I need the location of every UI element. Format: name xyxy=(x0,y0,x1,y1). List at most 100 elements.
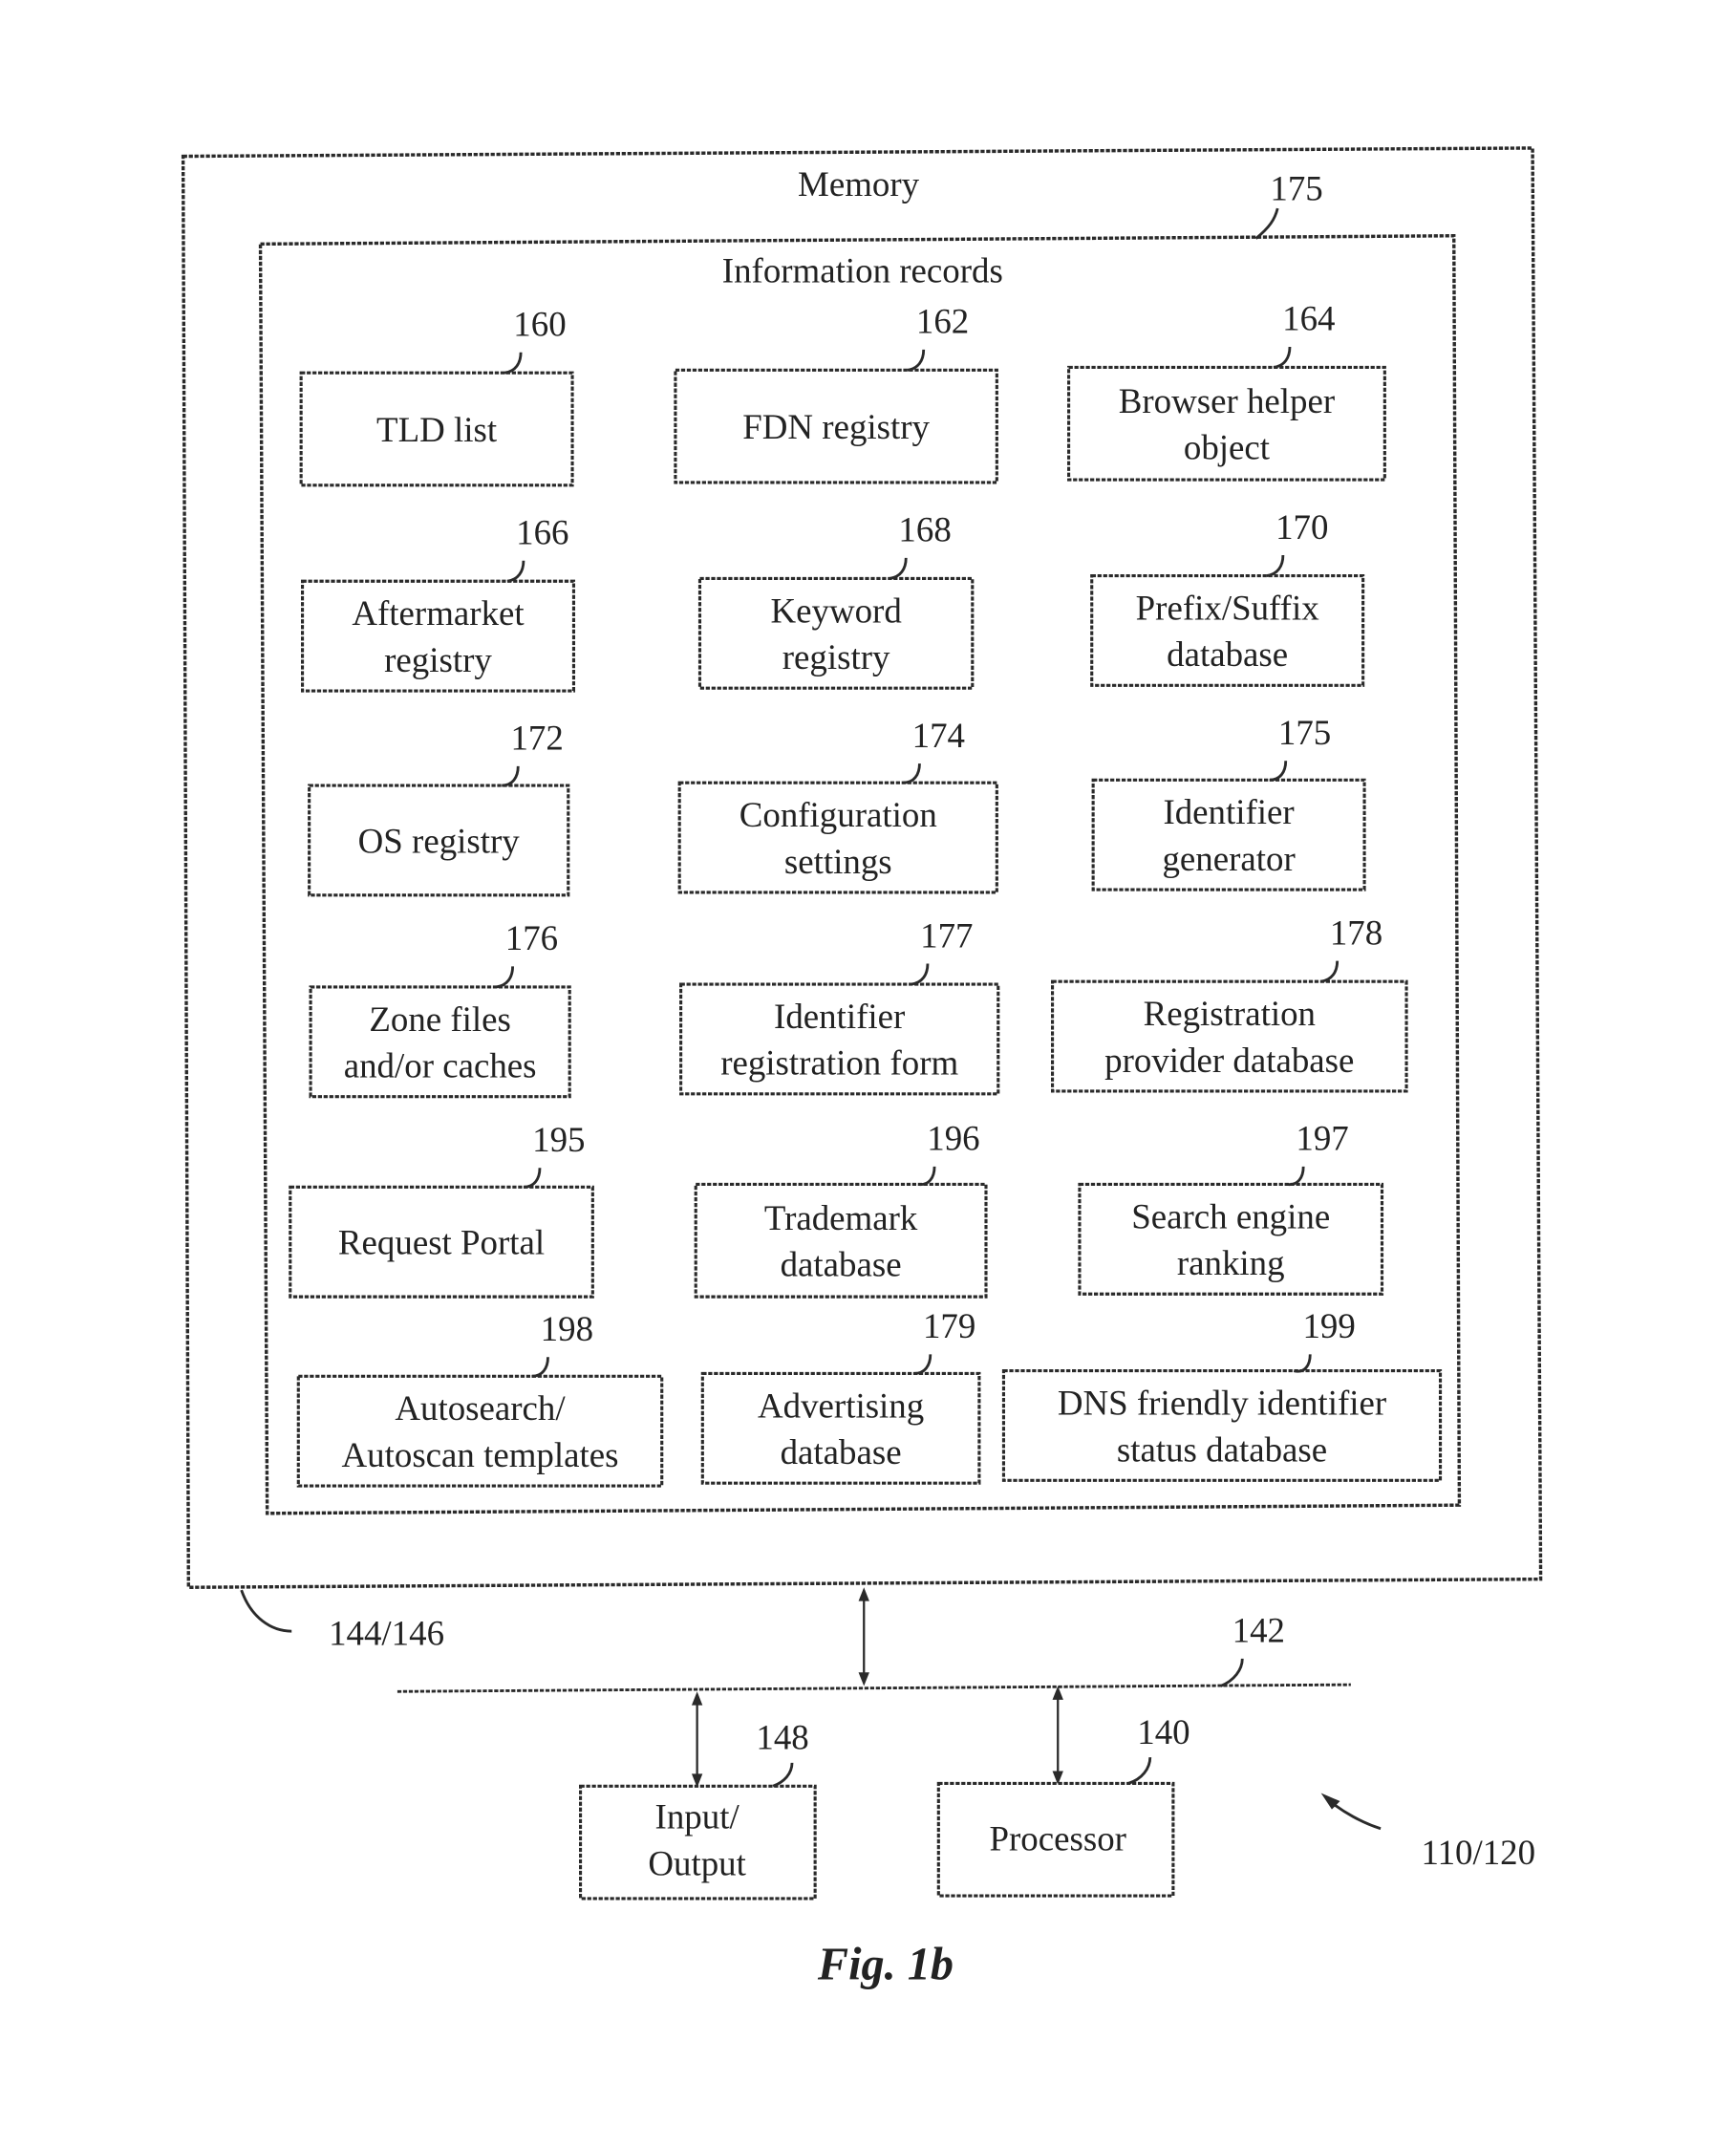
record-label-line: Trademark xyxy=(764,1199,918,1238)
record-block: Identifier registration form 177 xyxy=(679,916,1000,1096)
record-leader-line xyxy=(1266,554,1285,577)
record-ref: 195 xyxy=(532,1121,585,1160)
diagram-canvas: Memory 144/146 Information records 175 T… xyxy=(181,146,1543,1990)
record-ref: 199 xyxy=(1302,1307,1355,1346)
bus-leader-line xyxy=(1220,1658,1244,1687)
record-leader-line xyxy=(917,1166,936,1186)
memory-title: Memory xyxy=(798,165,920,204)
memory-bus-arrow xyxy=(858,1587,869,1686)
record-block: Registration provider database 178 xyxy=(1050,913,1408,1093)
processor-leader-line xyxy=(1127,1757,1152,1785)
record-block: Autosearch/Autoscan templates 198 xyxy=(296,1310,664,1488)
system-bus: 142 xyxy=(396,1587,1351,1788)
record-label-line: Autosearch/ xyxy=(395,1389,566,1428)
bus-line xyxy=(396,1683,1351,1693)
bus-ref: 142 xyxy=(1232,1611,1285,1650)
record-label-line: Configuration xyxy=(739,796,937,835)
record-leader-line xyxy=(907,349,926,372)
record-label-line: settings xyxy=(784,843,892,882)
system-ref: 110/120 xyxy=(1421,1834,1535,1873)
record-block: OS registry 172 xyxy=(308,720,570,897)
input-output-label-line-1: Input/ xyxy=(655,1798,740,1837)
record-ref: 197 xyxy=(1296,1119,1348,1158)
input-output-leader-line xyxy=(772,1762,794,1788)
figure-caption: Fig. 1b xyxy=(817,1939,954,1989)
record-label-line: TLD list xyxy=(376,411,498,450)
record-label-line: generator xyxy=(1162,840,1296,879)
record-label-line: provider database xyxy=(1104,1042,1354,1081)
record-block: Prefix/Suffix database 170 xyxy=(1090,508,1365,687)
records-layer: TLD list 160 FDN registry 162 Browser helper… xyxy=(289,300,1443,1488)
record-block: Browser helper object 164 xyxy=(1067,300,1386,482)
record-label-line: Keyword xyxy=(770,591,902,631)
record-ref: 176 xyxy=(505,919,558,958)
record-leader-line xyxy=(903,763,921,784)
record-ref: 179 xyxy=(923,1307,975,1346)
record-ref: 177 xyxy=(920,916,973,956)
record-ref: 162 xyxy=(916,302,969,341)
record-label-line: ranking xyxy=(1177,1244,1285,1283)
record-block: FDN registry 162 xyxy=(674,302,998,484)
record-block: DNS friendly identifier status database 19… xyxy=(1001,1307,1443,1482)
record-ref: 166 xyxy=(516,513,568,552)
processor-label: Processor xyxy=(989,1820,1126,1859)
record-label-line: status database xyxy=(1117,1430,1327,1470)
record-leader-line xyxy=(1286,1166,1305,1186)
record-block: Advertising database 179 xyxy=(700,1307,981,1485)
record-label-line: database xyxy=(781,1245,902,1284)
record-ref: 174 xyxy=(912,717,965,756)
memory-ref: 144/146 xyxy=(329,1614,444,1653)
record-label-line: object xyxy=(1184,428,1271,467)
record-ref: 175 xyxy=(1278,714,1331,753)
input-output-ref: 148 xyxy=(756,1718,808,1757)
record-block: Identifier generator 175 xyxy=(1091,714,1366,891)
record-leader-line xyxy=(496,966,515,989)
record-block: Keyword registry 168 xyxy=(697,510,975,690)
record-leader-line xyxy=(911,963,930,986)
input-output-label-line-2: Output xyxy=(648,1844,746,1883)
record-ref: 164 xyxy=(1282,300,1335,339)
io-bus-arrow xyxy=(691,1691,703,1788)
record-ref: 170 xyxy=(1275,508,1328,548)
record-label-line: Browser helper xyxy=(1119,382,1336,421)
record-label-line: Registration xyxy=(1144,995,1316,1034)
record-label-line: Zone files xyxy=(369,1000,511,1040)
processor-bus-arrow xyxy=(1052,1686,1063,1785)
record-label-line: database xyxy=(1167,635,1288,675)
record-label-line: registry xyxy=(384,641,492,680)
record-leader-line xyxy=(504,352,523,375)
record-label-line: database xyxy=(781,1433,902,1472)
record-label-line: registration form xyxy=(720,1044,958,1084)
record-leader-line xyxy=(1269,761,1288,782)
record-ref: 160 xyxy=(513,305,566,344)
information-records-ref: 175 xyxy=(1270,169,1322,208)
record-label-line: Search engine xyxy=(1131,1197,1330,1236)
record-block: Trademark database 196 xyxy=(694,1119,988,1299)
system-reference: 110/120 xyxy=(1320,1793,1535,1873)
record-label-line: DNS friendly identifier xyxy=(1058,1384,1387,1423)
record-ref: 196 xyxy=(927,1119,979,1158)
record-label-line: OS registry xyxy=(358,822,521,861)
record-leader-line xyxy=(913,1354,932,1375)
record-label-line: Identifier xyxy=(1163,793,1295,832)
record-label-line: FDN registry xyxy=(742,408,930,447)
record-label-line: Identifier xyxy=(774,998,906,1037)
record-label-line: Prefix/Suffix xyxy=(1136,589,1319,628)
record-label-line: Request Portal xyxy=(338,1223,545,1262)
memory-leader-line xyxy=(240,1589,292,1633)
processor-ref: 140 xyxy=(1137,1713,1189,1752)
record-label-line: and/or caches xyxy=(344,1046,537,1085)
record-block: Zone files and/or caches 176 xyxy=(309,919,571,1099)
record-ref: 178 xyxy=(1330,913,1382,953)
record-leader-line xyxy=(1273,346,1292,369)
record-block: Search engine ranking 197 xyxy=(1078,1119,1384,1296)
information-records-leader-line xyxy=(1254,207,1279,240)
record-leader-line xyxy=(531,1357,549,1378)
record-label-line: registry xyxy=(782,638,890,677)
record-label-line: Advertising xyxy=(758,1386,924,1426)
record-block: Request Portal 195 xyxy=(289,1121,594,1299)
record-leader-line xyxy=(1320,960,1340,983)
record-block: Configuration settings 174 xyxy=(677,717,998,894)
record-label-line: Aftermarket xyxy=(352,594,525,634)
record-leader-line xyxy=(1293,1354,1312,1373)
